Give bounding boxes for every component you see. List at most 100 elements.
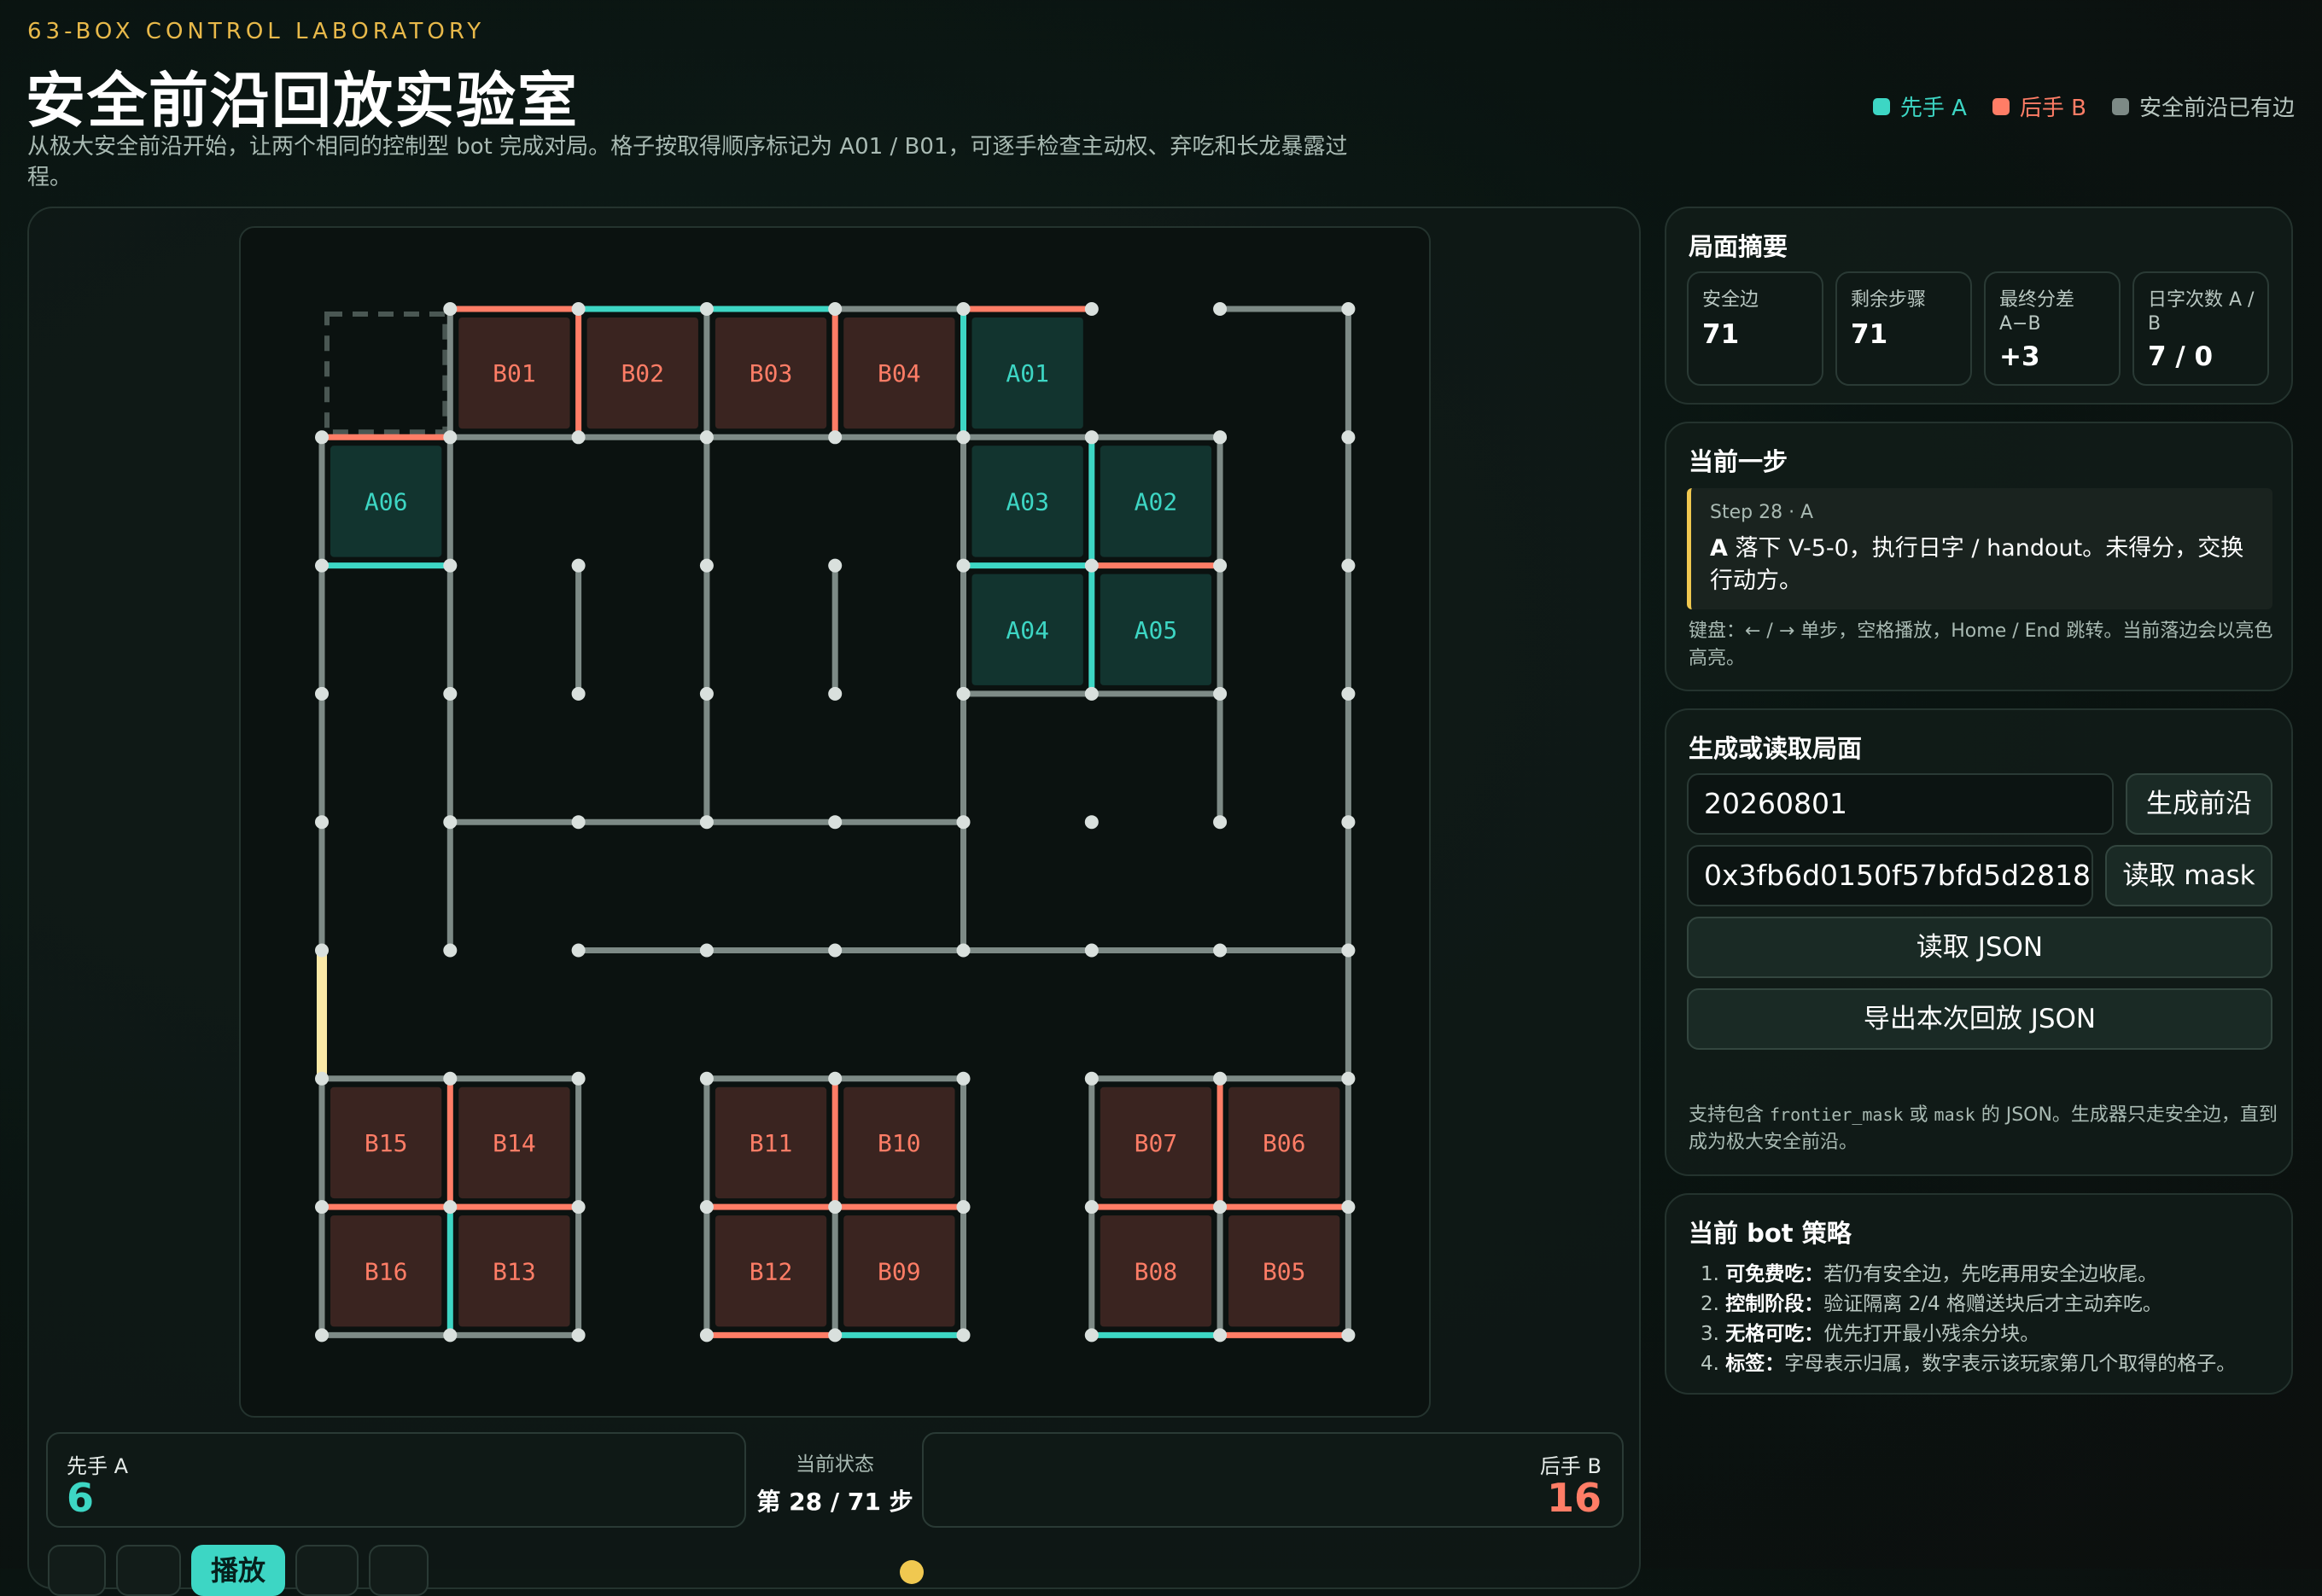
stat-label: 最终分差 A−B xyxy=(1999,289,2075,335)
timeline-slider-handle[interactable] xyxy=(900,1560,924,1584)
grid-dot xyxy=(443,1071,458,1086)
grid-dot xyxy=(828,943,843,958)
status-label: 当前状态 xyxy=(796,1453,874,1476)
grid-dot xyxy=(571,815,586,830)
grid-dot xyxy=(956,1328,971,1343)
note-prefix: 支持包含 xyxy=(1689,1104,1770,1126)
score-card-a: 先手 A 6 xyxy=(46,1432,746,1528)
box-label: B12 xyxy=(750,1257,793,1285)
grid-dot xyxy=(1213,1200,1228,1214)
legend-label-neutral: 安全前沿已有边 xyxy=(2138,96,2295,121)
box-label: B05 xyxy=(1263,1257,1306,1285)
grid-dot xyxy=(699,815,714,830)
jump-end-button[interactable] xyxy=(369,1545,429,1596)
summary-card: 局面摘要 安全边 71 剩余步骤 71 最终分差 A−B +3 日字次数 A /… xyxy=(1665,207,2293,405)
generate-card: 生成或读取局面 20260801 生成前沿 0x3fb6d0150f57bfd5… xyxy=(1665,708,2293,1176)
grid-dot xyxy=(828,815,843,830)
box-label: A01 xyxy=(1006,359,1049,387)
box-label: B14 xyxy=(493,1129,536,1157)
legend: 先手 A 后手 B 安全前沿已有边 xyxy=(1872,90,2295,122)
seed-input[interactable]: 20260801 xyxy=(1687,773,2114,835)
grid-dot xyxy=(571,943,586,958)
grid-dot xyxy=(699,1071,714,1086)
stat-value: 71 xyxy=(1851,319,1888,350)
export-json-button[interactable]: 导出本次回放 JSON xyxy=(1687,988,2272,1050)
stat-remaining-steps: 剩余步骤 71 xyxy=(1835,271,1972,386)
grid-dot xyxy=(956,302,971,316)
strategy-card: 当前 bot 策略 1. 可免费吃：若仍有安全边，先吃再用安全边收尾。 2. 控… xyxy=(1665,1193,2293,1395)
box-label: B06 xyxy=(1263,1129,1306,1157)
grid-dot xyxy=(1213,302,1228,316)
grid-dot xyxy=(956,558,971,573)
stat-label: 安全边 xyxy=(1702,289,1759,311)
grid-dot xyxy=(1213,558,1228,573)
score-a-value: 6 xyxy=(67,1475,95,1521)
mask-input[interactable]: 0x3fb6d0150f57bfd5d28180 xyxy=(1687,845,2093,906)
grid-dot xyxy=(315,1071,329,1086)
grid-dot xyxy=(443,815,458,830)
grid-dot xyxy=(956,1071,971,1086)
grid-dot xyxy=(1341,1328,1356,1343)
grid-dot xyxy=(315,1328,329,1343)
step-actor: A xyxy=(1710,535,1728,562)
jump-start-button[interactable] xyxy=(48,1545,106,1596)
grid-dot xyxy=(571,430,586,445)
step-back-button[interactable] xyxy=(116,1545,181,1596)
grid-dot xyxy=(1213,1071,1228,1086)
game-board[interactable]: B01 B02 B03 B04 A01 A06 A03 A02 A04 A05 B15 B14 B11 B… xyxy=(239,226,1431,1418)
grid-dot xyxy=(828,1071,843,1086)
box-label: B08 xyxy=(1135,1257,1178,1285)
grid-dot xyxy=(571,1328,586,1343)
grid-dot xyxy=(1213,943,1228,958)
grid-dot xyxy=(1341,686,1356,701)
grid-dot xyxy=(1084,302,1099,316)
grid-dot xyxy=(699,558,714,573)
grid-dot xyxy=(1341,1071,1356,1086)
legend-swatch-a xyxy=(1872,97,1890,115)
legend-swatch-neutral xyxy=(2111,97,2129,115)
play-button[interactable]: 播放 xyxy=(191,1545,285,1596)
step-text: 落下 V-5-0，执行日字 / handout。未得分，交换行动方。 xyxy=(1710,535,2244,594)
grid-dot xyxy=(1084,1328,1099,1343)
grid-dot xyxy=(571,686,586,701)
grid-dot xyxy=(315,686,329,701)
keyboard-hint: 键盘：← / → 单步，空格播放，Home / End 跳转。当前落边会以亮色高… xyxy=(1689,620,2273,669)
grid-dot xyxy=(1341,302,1356,316)
step-forward-button[interactable] xyxy=(295,1545,359,1596)
grid-dot xyxy=(1084,815,1099,830)
grid-dot xyxy=(571,1200,586,1214)
grid-dot xyxy=(956,943,971,958)
grid-dot xyxy=(1084,686,1099,701)
current-step-card: 当前一步 Step 28 · A A 落下 V-5-0，执行日字 / hando… xyxy=(1665,422,2293,691)
grid-dot xyxy=(699,1200,714,1214)
grid-dot xyxy=(956,815,971,830)
box-label: A05 xyxy=(1135,616,1178,644)
grid-dot xyxy=(828,430,843,445)
score-b-value: 16 xyxy=(1546,1475,1601,1521)
load-mask-button[interactable]: 读取 mask xyxy=(2105,845,2272,906)
strategy-list: 1. 可免费吃：若仍有安全边，先吃再用安全边收尾。 2. 控制阶段：验证隔离 2… xyxy=(1701,1260,2281,1379)
grid-dot xyxy=(571,558,586,573)
grid-dot xyxy=(315,943,329,958)
grid-dot xyxy=(1341,558,1356,573)
stat-handout-count: 日字次数 A / B 7 / 0 xyxy=(2132,271,2269,386)
box-label: B02 xyxy=(621,359,664,387)
box-label: B01 xyxy=(493,359,536,387)
strategy-item: 3. 无格可吃：优先打开最小残余分块。 xyxy=(1701,1323,2040,1345)
grid-dot xyxy=(443,1200,458,1214)
grid-dot xyxy=(443,686,458,701)
generate-frontier-button[interactable]: 生成前沿 xyxy=(2126,773,2272,835)
strategy-item: 1. 可免费吃：若仍有安全边，先吃再用安全边收尾。 xyxy=(1701,1263,2158,1285)
box-label: B13 xyxy=(493,1257,536,1285)
grid-dot xyxy=(828,302,843,316)
box-label: B04 xyxy=(878,359,921,387)
box-label: B10 xyxy=(878,1129,921,1157)
grid-dot xyxy=(1213,1328,1228,1343)
stat-value: 7 / 0 xyxy=(2148,341,2214,372)
summary-title: 局面摘要 xyxy=(1689,232,1788,261)
note-code-frontier-mask: frontier_mask xyxy=(1770,1104,1904,1125)
eyebrow-text: 63-BOX CONTROL LABORATORY xyxy=(27,19,486,44)
load-json-button[interactable]: 读取 JSON xyxy=(1687,917,2272,978)
grid-dot xyxy=(828,686,843,701)
grid-dot xyxy=(1084,943,1099,958)
